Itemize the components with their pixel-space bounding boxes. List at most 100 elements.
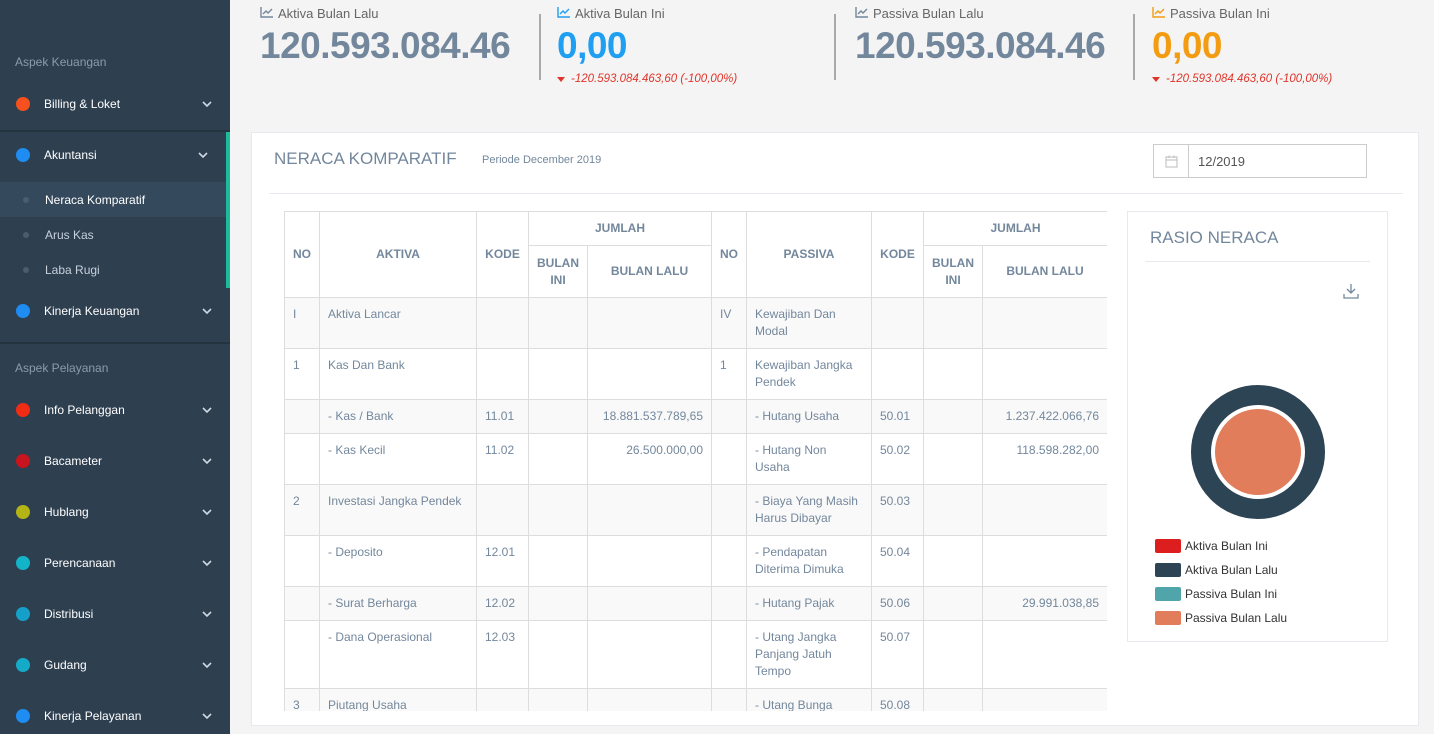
submenu-item-laba-rugi[interactable]: Laba Rugi [0,252,226,287]
cell-passiva: Kewajiban Jangka Pendek [746,348,872,400]
submenu-item-arus-kas[interactable]: Arus Kas [0,217,226,252]
rasio-neraca-box: RASIO NERACA Aktiva Bulan Ini Aktiva Bul… [1127,211,1388,642]
menu-item-kinerja-pelayanan[interactable]: Kinerja Pelayanan [0,696,230,734]
cell-no: 3 [284,688,320,711]
panel-divider [269,193,1403,194]
cell-no [284,586,320,621]
period-picker[interactable] [1153,144,1367,178]
cell-bulan-lalu: 1.237.422.066,76 [982,399,1107,434]
cell-bulan-lalu: 18.881.537.789,65 [587,399,712,434]
cell-bulan-ini [923,484,983,536]
cell-bulan-lalu [982,484,1107,536]
neraca-table: NO AKTIVA KODE JUMLAH NO PASSIVA KODE JU… [284,211,1107,711]
cell-kode: 50.06 [871,586,924,621]
cell-no [711,688,747,711]
chart-title: RASIO NERACA [1150,228,1279,247]
header-bulan-ini: BULAN INI [528,245,588,298]
cell-bulan-ini [528,399,588,434]
menu-item-info-pelanggan[interactable]: Info Pelanggan [0,390,230,430]
header-kode: KODE [871,211,924,298]
cell-bulan-ini [528,688,588,711]
chevron-down-icon [196,661,218,669]
cell-kode [476,484,529,536]
cell-bulan-lalu [587,688,712,711]
section-title-pelayanan: Aspek Pelayanan [15,361,109,375]
legend-item[interactable]: Passiva Bulan Ini [1155,582,1287,606]
menu-label: Kinerja Pelayanan [44,709,142,723]
cell-bulan-ini [923,433,983,485]
stat-value: 120.593.084.46 [855,25,1106,66]
menu-label: Info Pelanggan [44,403,125,417]
cell-bulan-lalu [982,348,1107,400]
cell-bulan-ini [528,348,588,400]
cell-bulan-lalu: 26.500.000,00 [587,433,712,485]
section-title-keuangan: Aspek Keuangan [15,55,107,69]
menu-item-distribusi[interactable]: Distribusi [0,594,230,634]
stat-title-row: Passiva Bulan Ini [1152,6,1332,21]
cell-kode [476,297,529,349]
menu-item-hublang[interactable]: Hublang [0,492,230,532]
cell-bulan-ini [528,484,588,536]
period-input[interactable] [1189,153,1359,169]
menu-item-perencanaan[interactable]: Perencanaan [0,543,230,583]
menu-item-billing-loket[interactable]: Billing & Loket [0,84,230,124]
legend-item[interactable]: Aktiva Bulan Lalu [1155,558,1287,582]
chevron-down-icon [196,457,218,465]
cell-passiva: - Pendapatan Diterima Dimuka [746,535,872,587]
submenu-item-neraca-komparatif[interactable]: Neraca Komparatif [0,182,226,217]
cell-passiva: - Hutang Pajak [746,586,872,621]
chevron-down-icon [196,100,218,108]
header-aktiva: AKTIVA [319,211,477,298]
menu-label: Perencanaan [44,556,116,570]
cell-aktiva: Kas Dan Bank [319,348,477,400]
stat-title-row: Passiva Bulan Lalu [855,6,1105,21]
sidebar: Aspek Keuangan Billing & Loket Akuntansi… [0,0,230,734]
bullet [23,231,29,238]
chevron-down-icon [192,151,214,159]
cell-bulan-lalu: 118.598.282,00 [982,433,1107,485]
chevron-down-icon [196,508,218,516]
menu-item-kinerja-keuangan[interactable]: Kinerja Keuangan [0,291,230,331]
cell-bulan-ini [528,433,588,485]
legend-item[interactable]: Aktiva Bulan Ini [1155,534,1287,558]
cell-no: 1 [284,348,320,400]
stat-value: 0,00 [557,25,628,66]
calendar-icon[interactable] [1154,145,1189,177]
stat-passiva-bulan-ini: Passiva Bulan Ini 0,00 -120.593.084.463,… [1152,6,1332,85]
neraca-table-wrapper[interactable]: NO AKTIVA KODE JUMLAH NO PASSIVA KODE JU… [284,211,1107,711]
table-row: - Kas / Bank 11.01 18.881.537.789,65 - Huta… [284,399,1107,434]
header-no: NO [711,211,747,298]
menu-label: Kinerja Keuangan [44,304,140,318]
rasio-donut-chart[interactable] [1181,375,1335,529]
chevron-down-icon [196,406,218,414]
chart-legend: Aktiva Bulan Ini Aktiva Bulan Lalu Passi… [1155,534,1287,630]
divider [0,342,230,344]
chevron-down-icon [196,610,218,618]
stat-change: -120.593.084.463,60 (-100,00%) [571,73,738,85]
cell-bulan-lalu [982,535,1107,587]
cell-bulan-ini [923,348,983,400]
legend-label: Passiva Bulan Ini [1185,587,1278,601]
menu-item-gudang[interactable]: Gudang [0,645,230,685]
legend-label: Aktiva Bulan Lalu [1185,563,1278,577]
legend-item[interactable]: Passiva Bulan Lalu [1155,606,1287,630]
cell-kode: 50.08 [871,688,924,711]
cell-no [284,535,320,587]
cell-bulan-ini [923,535,983,587]
pie-slice-passiva-bulan-lalu[interactable] [1213,407,1303,497]
menu-item-bacameter[interactable]: Bacameter [0,441,230,481]
menu-item-akuntansi[interactable]: Akuntansi [0,135,226,175]
cell-bulan-lalu [982,297,1107,349]
cell-bulan-lalu [587,586,712,621]
trend-chart-icon [557,6,571,21]
table-row: - Surat Berharga 12.02 - Hutang Pajak 50.06… [284,586,1107,621]
cell-no [711,586,747,621]
cell-bulan-lalu [587,484,712,536]
download-icon[interactable] [1343,283,1359,304]
menu-dot [16,607,30,621]
chevron-down-icon [196,559,218,567]
cell-no [711,399,747,434]
cell-aktiva: - Kas Kecil [319,433,477,485]
stat-aktiva-bulan-ini: Aktiva Bulan Ini 0,00 -120.593.084.463,6… [557,6,737,85]
menu-label: Bacameter [44,454,103,468]
